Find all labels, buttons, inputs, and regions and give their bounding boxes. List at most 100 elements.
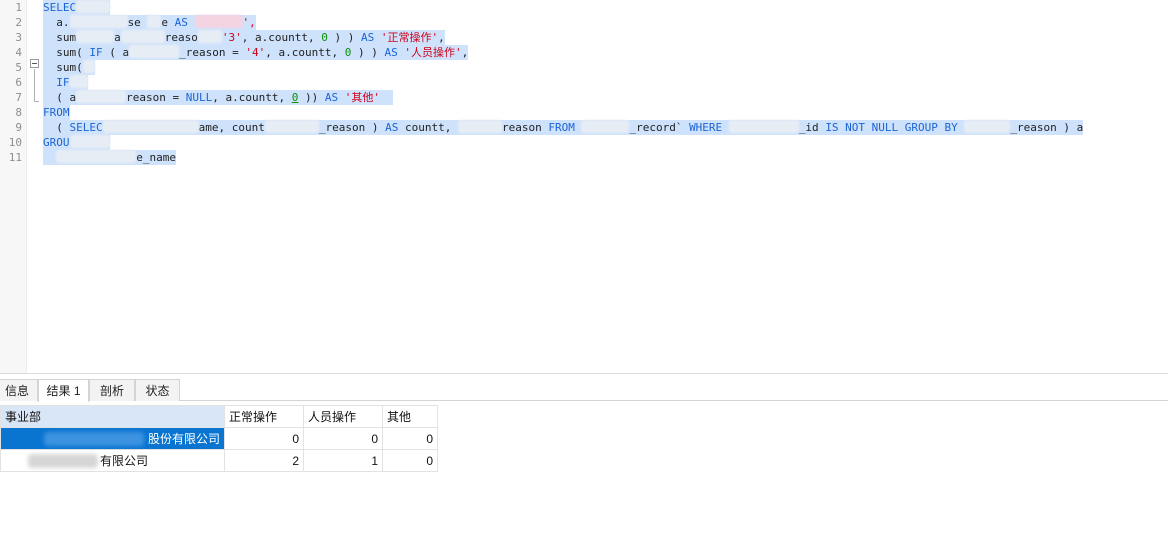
line-number: 1 <box>15 1 22 14</box>
code-token: ', <box>242 16 256 29</box>
code-line-10: GROU <box>43 135 110 150</box>
redacted-text <box>27 454 98 468</box>
sql-keyword: WHERE <box>689 121 723 134</box>
fold-collapse-icon[interactable] <box>30 59 39 68</box>
string-literal: '3' <box>221 31 242 44</box>
column-header[interactable]: 正常操作 <box>224 405 304 428</box>
code-token: sum( <box>56 61 83 74</box>
redacted-text <box>76 90 127 103</box>
line-number: 3 <box>15 31 22 44</box>
sql-keyword: GROU <box>43 136 70 149</box>
code-token: , <box>438 31 445 44</box>
sql-keyword: FROM <box>548 121 575 134</box>
redacted-text <box>457 120 502 133</box>
tab-status[interactable]: 状态 <box>135 379 180 401</box>
column-header[interactable]: 人员操作 <box>303 405 383 428</box>
redacted-text <box>69 15 128 28</box>
code-token: )) <box>304 91 319 104</box>
redacted-text <box>728 120 799 133</box>
redacted-text <box>581 120 630 133</box>
table-cell[interactable]: 0 <box>224 427 304 450</box>
code-token: a. <box>56 16 70 29</box>
code-line-3: sum a reaso '3', a.countt, 0 ) ) AS '正常操作', <box>43 30 445 45</box>
code-token: reaso <box>164 31 198 44</box>
code-line-8: FROM <box>43 105 70 120</box>
sql-editor[interactable]: 1 2 3 4 5 6 7 8 9 10 11 SELEC a. se e AS … <box>0 0 1168 373</box>
table-cell[interactable]: 有限公司 <box>0 449 225 472</box>
redacted-text <box>147 15 162 28</box>
code-token: reason <box>501 121 542 134</box>
line-number: 7 <box>15 91 22 104</box>
string-literal: '4' <box>245 46 266 59</box>
code-token: e_name <box>136 151 176 164</box>
fold-guide-end <box>34 101 39 102</box>
table-row[interactable]: 股份有限公司 0 0 0 <box>0 427 438 450</box>
code-token: _reason = <box>179 46 246 59</box>
table-cell[interactable]: 2 <box>224 449 304 472</box>
sql-keyword: AS <box>360 31 375 44</box>
result-tabs: 信息 结果 1 剖析 状态 <box>0 377 1168 402</box>
string-literal: '其他' <box>344 91 380 104</box>
number-literal: 0 <box>344 46 352 59</box>
code-line-11: e_name <box>43 150 176 165</box>
table-cell[interactable]: 1 <box>303 449 383 472</box>
code-token: e <box>161 16 168 29</box>
sql-keyword: AS <box>324 91 339 104</box>
code-token: sum( <box>56 46 83 59</box>
code-token: ( a <box>109 46 130 59</box>
code-token: , a.countt, <box>241 31 315 44</box>
tab-info[interactable]: 信息 <box>0 379 38 401</box>
redacted-text <box>194 15 243 28</box>
code-line-1: SELEC <box>43 0 111 15</box>
sql-keyword: NULL <box>185 91 213 104</box>
code-line-7: ( a reason = NULL, a.countt, 0 )) AS '其他' <box>43 90 394 105</box>
redacted-text <box>197 30 222 43</box>
table-cell[interactable]: 股份有限公司 <box>0 427 225 450</box>
code-token: , a.countt, <box>212 91 286 104</box>
code-token: reason = <box>126 91 186 104</box>
redacted-text <box>129 45 180 58</box>
code-line-2: a. se e AS ', <box>43 15 256 30</box>
sql-keyword: SELEC <box>69 121 103 134</box>
code-line-5: sum( <box>43 60 95 75</box>
code-token: ) ) <box>357 46 378 59</box>
sql-keyword: AS <box>384 46 398 59</box>
redacted-text <box>120 30 165 43</box>
sql-keyword: SELEC <box>43 1 77 14</box>
code-token: _record` <box>629 121 683 134</box>
table-cell[interactable]: 0 <box>382 427 438 450</box>
company-name: 有限公司 <box>99 454 148 468</box>
redacted-text <box>69 75 88 88</box>
code-line-9: ( SELEC ame, count _reason ) AS countt, re… <box>43 120 1084 135</box>
results-panel: 信息 结果 1 剖析 状态 事业部 正常操作 人员操作 其他 股份有限公司 0 … <box>0 373 1168 536</box>
code-token: , <box>461 46 469 59</box>
code-token: countt, <box>404 121 452 134</box>
code-token: ) ) <box>334 31 355 44</box>
code-line-4: sum( IF ( a _reason = '4', a.countt, 0 ) … <box>43 45 469 60</box>
result-grid[interactable]: 事业部 正常操作 人员操作 其他 股份有限公司 0 0 0 有限公司 2 1 0 <box>0 405 438 472</box>
code-token: se <box>127 16 141 29</box>
table-row[interactable]: 有限公司 2 1 0 <box>0 449 438 472</box>
table-cell[interactable]: 0 <box>382 449 438 472</box>
sql-keyword: AS <box>385 121 399 134</box>
code-token: _reason ) a <box>1010 121 1084 134</box>
company-name: 股份有限公司 <box>147 432 220 446</box>
column-header[interactable]: 其他 <box>382 405 438 428</box>
code-token: a <box>114 31 121 44</box>
line-number: 8 <box>15 106 22 119</box>
table-cell[interactable]: 0 <box>303 427 383 450</box>
sql-keyword: IS NOT NULL GROUP BY <box>825 121 958 134</box>
redacted-text <box>43 432 144 446</box>
redacted-text <box>56 150 137 163</box>
line-number: 10 <box>8 136 22 149</box>
tab-profile[interactable]: 剖析 <box>89 379 135 401</box>
sql-keyword: AS <box>174 16 188 29</box>
redacted-text <box>82 60 95 73</box>
code-line-6: IF <box>43 75 88 90</box>
redacted-text <box>76 30 115 43</box>
string-literal: '人员操作' <box>404 46 462 59</box>
column-header[interactable]: 事业部 <box>0 405 225 428</box>
line-number-gutter: 1 2 3 4 5 6 7 8 9 10 11 <box>0 0 27 373</box>
line-number: 5 <box>15 61 22 74</box>
tab-result-1[interactable]: 结果 1 <box>38 379 89 402</box>
